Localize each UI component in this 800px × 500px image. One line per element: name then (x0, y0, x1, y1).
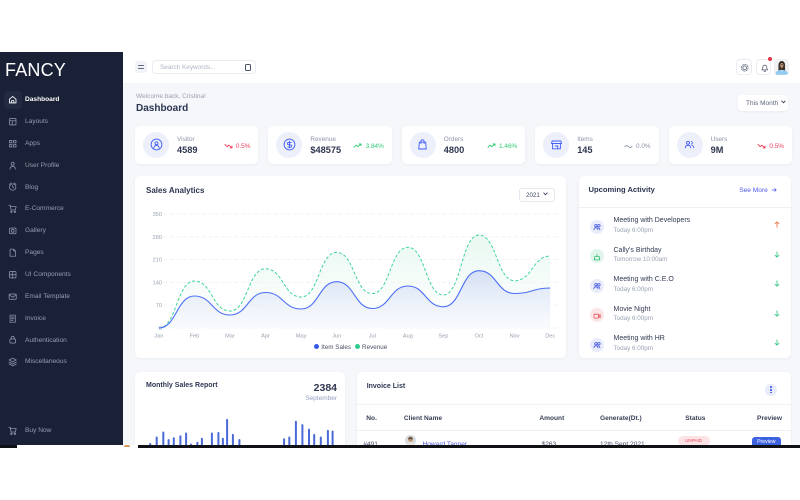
svg-text:Mar: Mar (225, 334, 235, 340)
svg-text:Feb: Feb (190, 334, 200, 340)
svg-text:Sep: Sep (438, 334, 448, 340)
svg-text:Jan: Jan (154, 334, 163, 340)
svg-text:Apr: Apr (261, 334, 270, 340)
svg-text:210: 210 (153, 258, 162, 264)
svg-text:350: 350 (153, 212, 162, 218)
svg-text:Jun: Jun (332, 334, 341, 340)
svg-text:May: May (296, 334, 307, 340)
svg-text:0: 0 (159, 326, 162, 332)
svg-text:Oct: Oct (475, 334, 484, 340)
svg-text:Nov: Nov (510, 334, 520, 340)
svg-text:Dec: Dec (545, 334, 555, 340)
svg-text:Jul: Jul (369, 334, 376, 340)
svg-text:70: 70 (156, 303, 162, 309)
svg-text:140: 140 (153, 280, 162, 286)
svg-text:280: 280 (153, 235, 162, 241)
svg-text:Aug: Aug (403, 334, 413, 340)
